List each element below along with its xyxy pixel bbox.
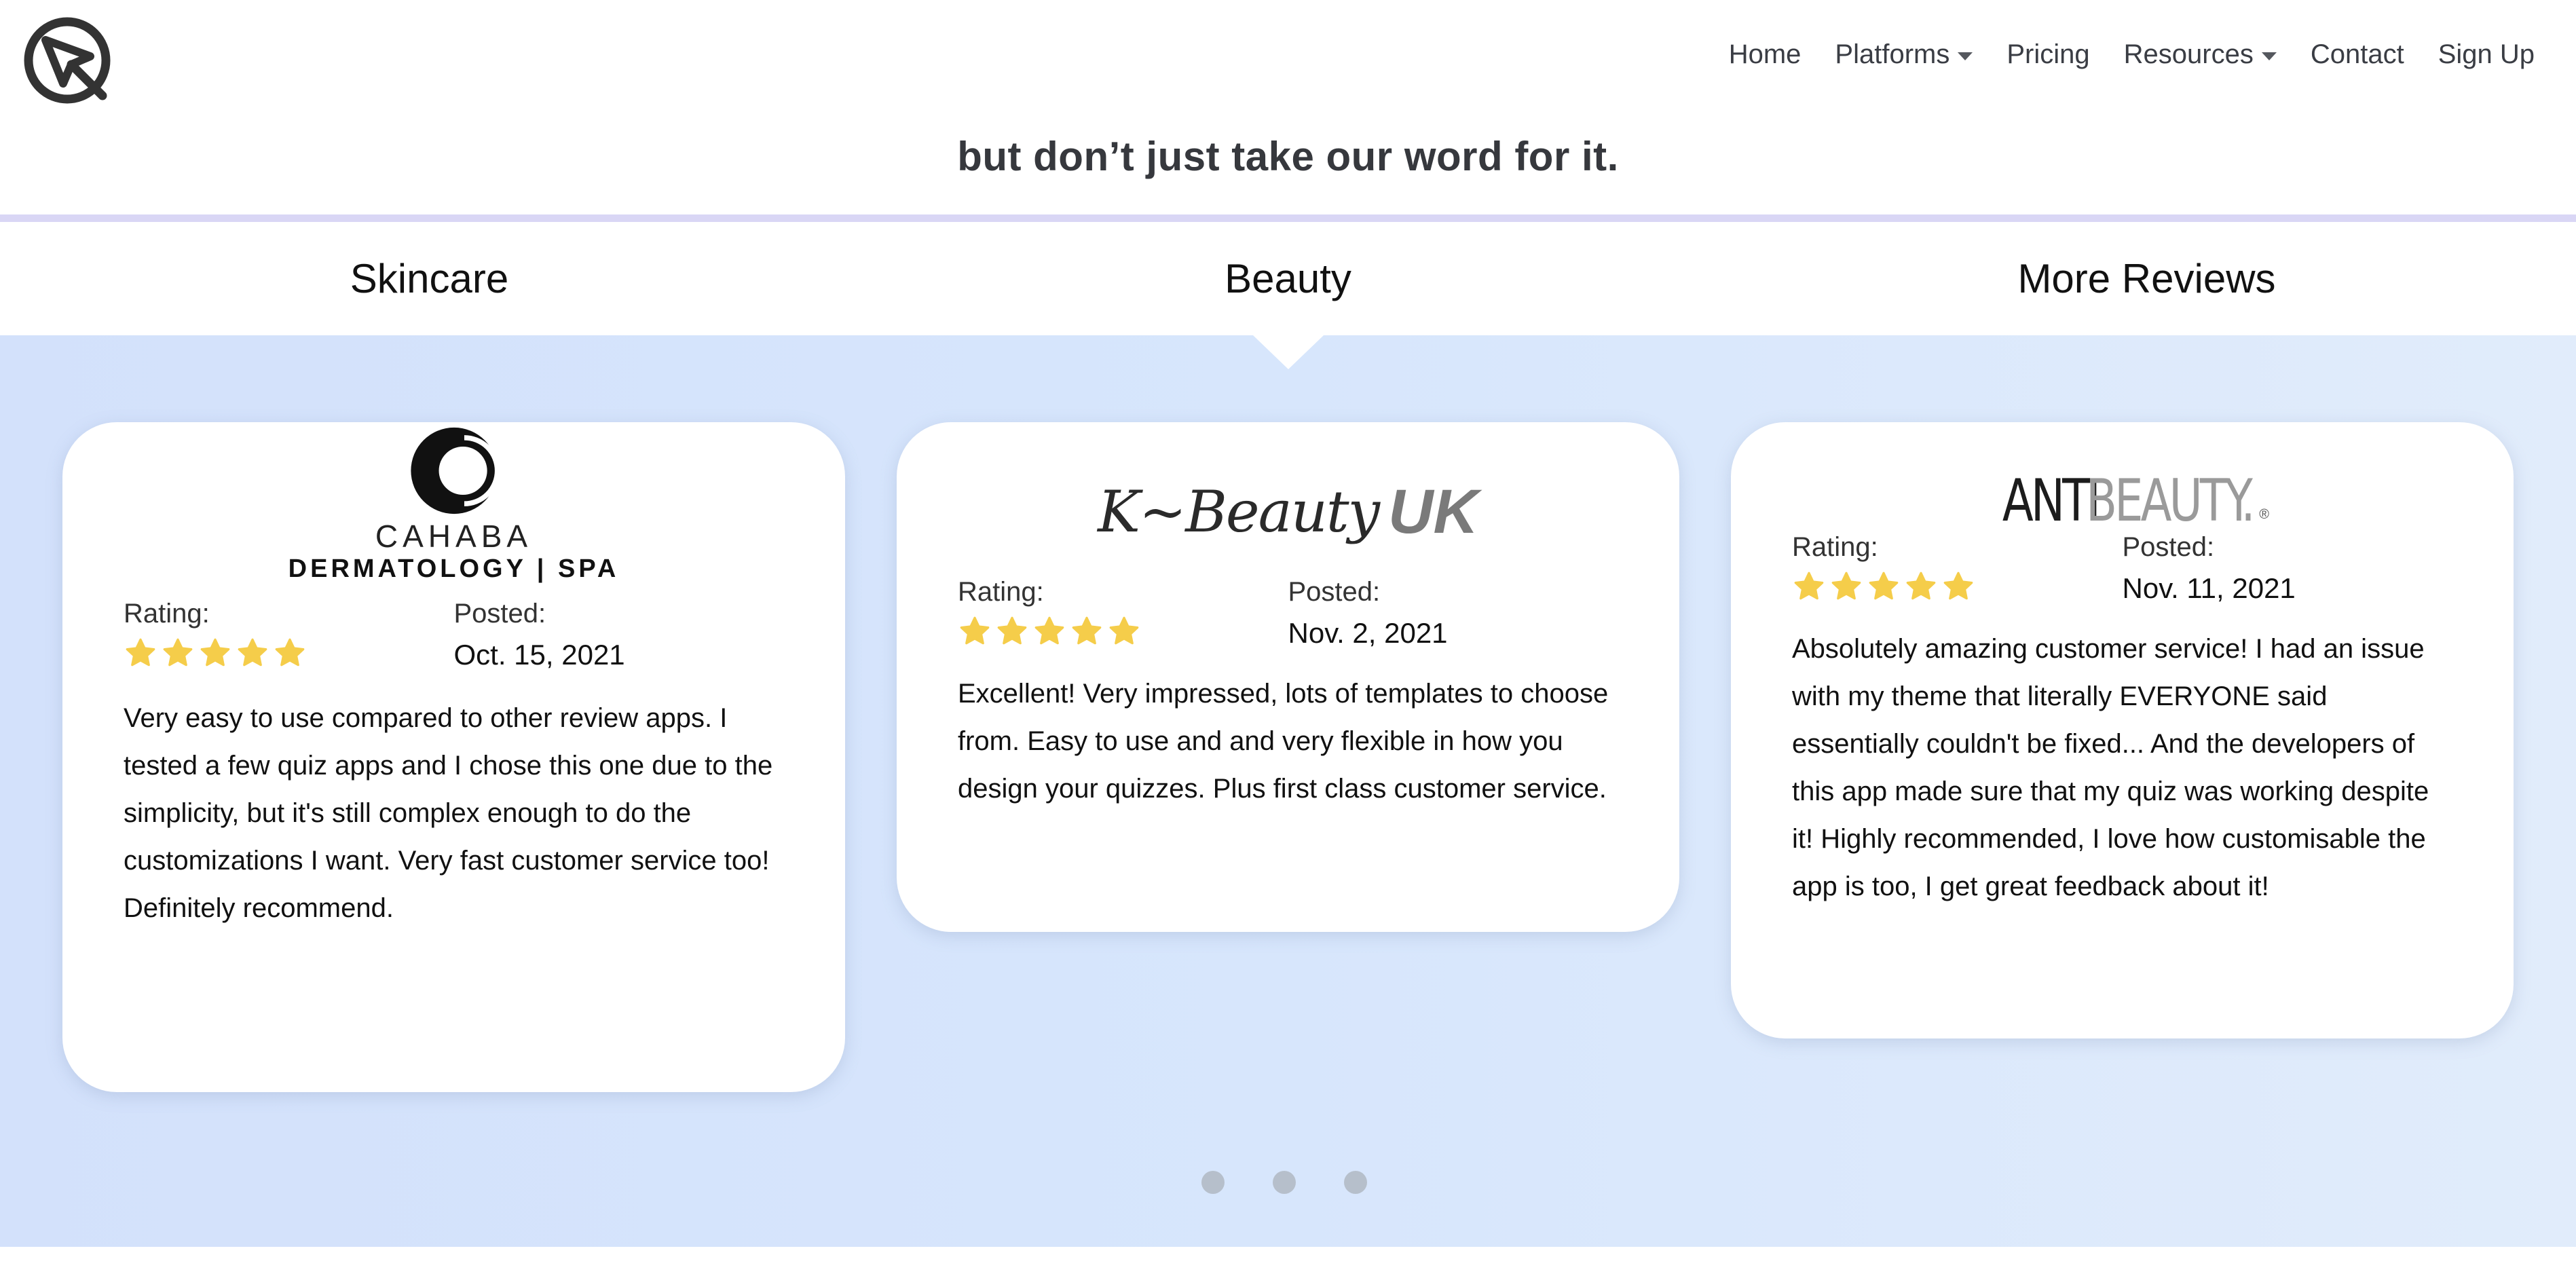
reviews-carousel: CAHABA DERMATOLOGY | SPA Rating: Posted:… [0, 335, 2576, 1247]
posted-date: Oct. 15, 2021 [453, 639, 625, 671]
nav-contact-label: Contact [2310, 39, 2404, 69]
section-divider [0, 214, 2576, 222]
cahaba-logo: CAHABA DERMATOLOGY | SPA [124, 422, 784, 584]
carousel-dot-3[interactable] [1344, 1171, 1367, 1194]
carousel-dots [1201, 1171, 1367, 1194]
star-icon [1109, 616, 1139, 645]
nav-sign-up-label: Sign Up [2438, 39, 2535, 69]
review-text: Excellent! Very impressed, lots of templ… [958, 679, 1609, 804]
tab-skincare[interactable]: Skincare [0, 222, 859, 335]
posted-label: Posted: [2122, 532, 2215, 562]
rating-label: Rating: [958, 577, 1044, 607]
star-icon [275, 638, 305, 667]
star-icon [238, 638, 267, 667]
review-meta: Rating: Posted: Oct. 15, 2021 [124, 599, 784, 671]
star-icon [1869, 572, 1899, 600]
chevron-down-icon [1958, 52, 1973, 60]
nav-home[interactable]: Home [1729, 39, 1802, 70]
star-rating [958, 614, 1288, 648]
rating-label: Rating: [124, 599, 210, 629]
review-card: ANTI BEAUTY. ® Rating: Posted: Nov. 11, … [1731, 422, 2514, 1038]
chevron-down-icon [2261, 52, 2277, 60]
posted-col: Posted: Nov. 2, 2021 [1288, 577, 1619, 650]
rating-col: Rating: [1792, 532, 2123, 605]
registered-mark: ® [2259, 507, 2269, 522]
cahaba-logo-line1: CAHABA [375, 519, 533, 554]
star-rating [1792, 569, 2123, 603]
review-text: Absolutely amazing customer service! I h… [1792, 634, 2429, 901]
antibeauty-logo-light: BEAUTY. [2086, 467, 2256, 535]
review-tabs: Skincare Beauty More Reviews [0, 222, 2576, 335]
nav-platforms[interactable]: Platforms [1835, 39, 1973, 70]
brand-logo-icon[interactable] [22, 16, 112, 105]
star-icon [163, 638, 193, 667]
nav-home-label: Home [1728, 39, 1802, 69]
star-icon [1072, 616, 1102, 645]
main-nav: Home Platforms Pricing Resources Contact… [1729, 39, 2535, 70]
nav-sign-up[interactable]: Sign Up [2438, 39, 2535, 70]
review-card: CAHABA DERMATOLOGY | SPA Rating: Posted:… [62, 422, 845, 1092]
nav-contact[interactable]: Contact [2311, 39, 2404, 70]
section-tagline: but don’t just take our word for it. [957, 134, 1619, 179]
posted-col: Posted: Nov. 11, 2021 [2123, 532, 2453, 605]
review-meta: Rating: Posted: Nov. 11, 2021 [1792, 532, 2452, 605]
star-icon [200, 638, 230, 667]
review-meta: Rating: Posted: Nov. 2, 2021 [958, 577, 1618, 650]
posted-label: Posted: [453, 599, 546, 629]
active-tab-pointer [1253, 335, 1324, 369]
star-icon [126, 638, 155, 667]
kbeauty-logo-bold: UK [1388, 476, 1478, 546]
posted-col: Posted: Oct. 15, 2021 [454, 599, 785, 671]
rating-col: Rating: [124, 599, 454, 671]
nav-platforms-label: Platforms [1835, 39, 1950, 69]
cahaba-c-icon [410, 427, 500, 514]
site-header: Home Platforms Pricing Resources Contact… [0, 0, 2576, 122]
carousel-dot-1[interactable] [1201, 1171, 1225, 1194]
star-rating [124, 636, 454, 670]
tab-beauty[interactable]: Beauty [859, 222, 1717, 335]
star-icon [1943, 572, 1973, 600]
posted-date: Nov. 11, 2021 [2122, 572, 2296, 604]
star-icon [1794, 572, 1824, 600]
antibeauty-logo: ANTI BEAUTY. ® [1792, 422, 2452, 535]
star-icon [997, 616, 1027, 645]
review-card: K~Beauty UK Rating: Posted: Nov. 2, 2021… [897, 422, 1679, 932]
posted-label: Posted: [1288, 577, 1381, 607]
nav-pricing-label: Pricing [2006, 39, 2090, 69]
carousel-dot-2[interactable] [1273, 1171, 1296, 1194]
star-icon [1034, 616, 1064, 645]
rating-col: Rating: [958, 577, 1288, 650]
antibeauty-logo-dark: ANTI [2002, 467, 2101, 535]
star-icon [960, 616, 990, 645]
star-icon [1906, 572, 1936, 600]
nav-resources-label: Resources [2123, 39, 2254, 69]
rating-label: Rating: [1792, 532, 1878, 562]
kbeauty-logo: K~Beauty UK [958, 422, 1618, 547]
nav-pricing[interactable]: Pricing [2006, 39, 2089, 70]
cahaba-logo-line2: DERMATOLOGY | SPA [288, 555, 620, 583]
nav-resources[interactable]: Resources [2124, 39, 2277, 70]
page: Home Platforms Pricing Resources Contact… [0, 0, 2576, 1274]
posted-date: Nov. 2, 2021 [1288, 617, 1448, 649]
star-icon [1831, 572, 1861, 600]
tab-more-reviews[interactable]: More Reviews [1717, 222, 2576, 335]
section-bottom [0, 1247, 2576, 1274]
review-text: Very easy to use compared to other revie… [124, 703, 773, 923]
kbeauty-logo-script: K~Beauty [1098, 479, 1380, 545]
